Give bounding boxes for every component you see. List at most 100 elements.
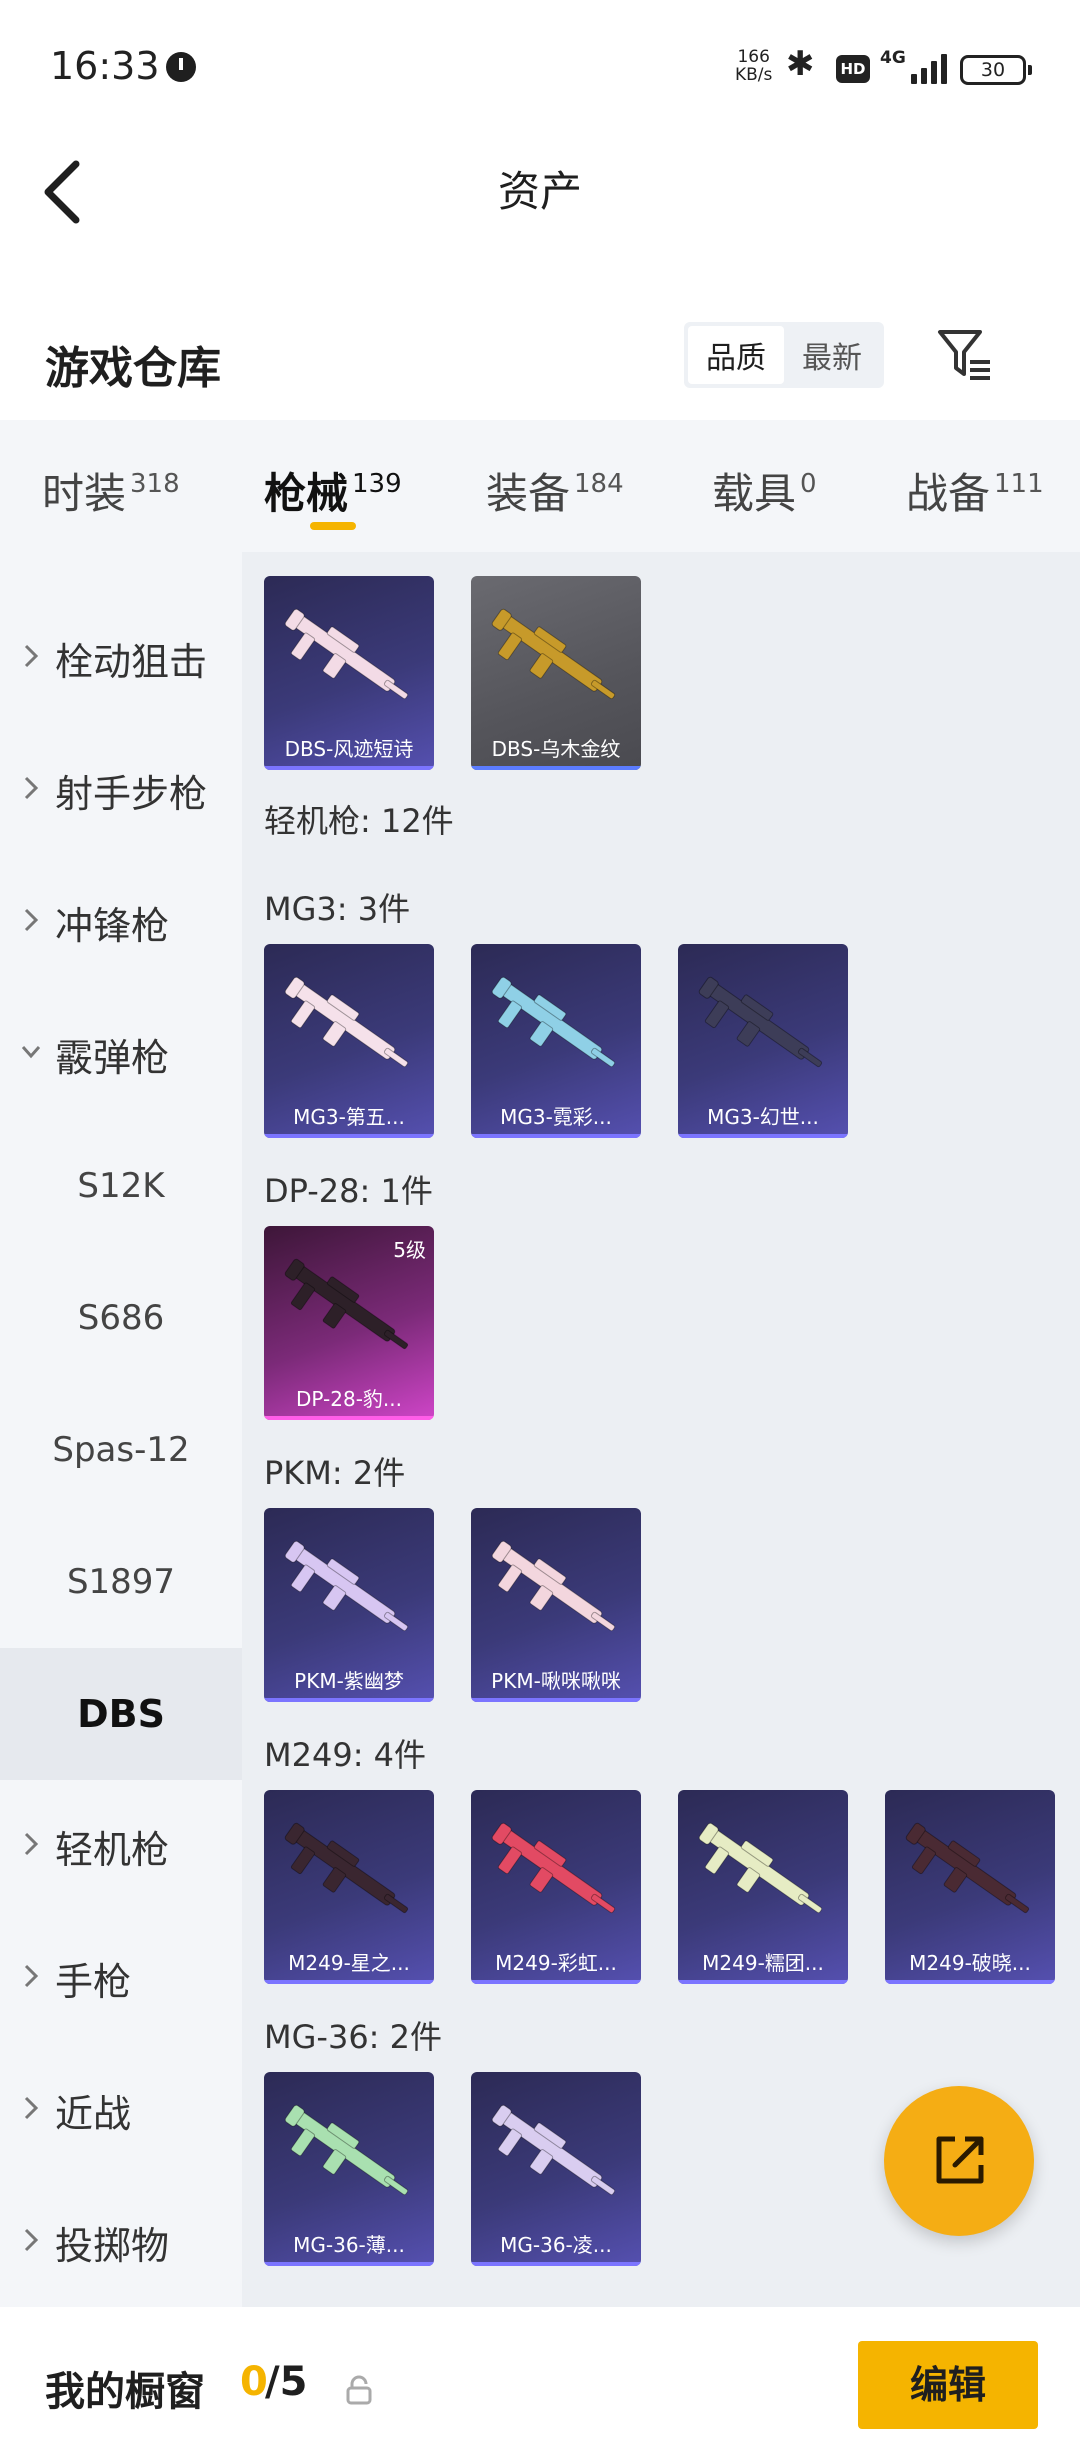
tab-count: 318 xyxy=(130,469,180,499)
sidebar-sub-s686[interactable]: S686 xyxy=(0,1252,242,1384)
skin-name: DBS-乌木金纹 xyxy=(491,737,621,761)
skin-name: M249-彩虹... xyxy=(495,1951,617,1975)
sidebar-item-label: 霰弹枪 xyxy=(55,1035,170,1080)
sidebar-item-smg[interactable]: 冲锋枪 xyxy=(0,856,242,988)
skin-card[interactable]: PKM-啾咪啾咪 xyxy=(471,1508,641,1702)
skin-card[interactable]: MG-36-凌... xyxy=(471,2072,641,2266)
sidebar-item-label: 射手步枪 xyxy=(55,771,208,816)
chevron-right-icon xyxy=(24,644,39,668)
skin-card[interactable]: DBS-风迹短诗 xyxy=(264,576,434,770)
rarity-bar xyxy=(264,1698,434,1702)
weapon-icon xyxy=(905,1822,1030,1914)
tab-label: 载具 xyxy=(712,469,797,518)
tab-equipment[interactable]: 装备 184 xyxy=(486,460,624,521)
share-fab-button[interactable] xyxy=(884,2086,1034,2236)
network-type: 4G xyxy=(880,48,906,68)
skin-name: PKM-啾咪啾咪 xyxy=(491,1669,621,1693)
sort-toggle: 品质 最新 xyxy=(684,322,884,388)
weapon-icon xyxy=(491,1540,616,1632)
tab-vehicles[interactable]: 载具 0 xyxy=(712,460,817,521)
rarity-bar xyxy=(471,1980,641,1984)
group-label: M249: 4件 xyxy=(264,1736,427,1774)
lock-icon xyxy=(346,2375,372,2405)
sidebar-sub-label: S1897 xyxy=(66,1562,176,1602)
group-label: DP-28: 1件 xyxy=(264,1172,433,1210)
skin-card[interactable]: MG3-第五... xyxy=(264,944,434,1138)
skin-card[interactable]: DBS-乌木金纹 xyxy=(471,576,641,770)
sidebar-item-marksman-rifle[interactable]: 射手步枪 xyxy=(0,724,242,856)
network-speed-unit: KB/s xyxy=(735,65,773,85)
chevron-right-icon xyxy=(24,1964,39,1988)
rarity-bar xyxy=(264,1416,434,1420)
chevron-right-icon xyxy=(24,2228,39,2252)
hd-badge: HD xyxy=(836,55,870,83)
skin-card[interactable]: M249-破晓... xyxy=(885,1790,1055,1984)
sidebar-sub-s12k[interactable]: S12K xyxy=(0,1120,242,1252)
skin-name: M249-星之... xyxy=(288,1951,410,1975)
chevron-down-icon xyxy=(22,1046,40,1059)
weapon-icon xyxy=(284,1822,409,1914)
sort-quality-button[interactable]: 品质 xyxy=(688,326,784,384)
sidebar-item-throwable[interactable]: 投掷物 xyxy=(0,2176,242,2308)
rarity-bar xyxy=(264,766,434,770)
skin-name: M249-糯团... xyxy=(702,1951,824,1975)
skin-card[interactable]: MG-36-薄... xyxy=(264,2072,434,2266)
sort-latest-button[interactable]: 最新 xyxy=(784,326,880,384)
skin-name: MG3-霓彩... xyxy=(500,1105,612,1129)
tab-supplies[interactable]: 战备 111 xyxy=(906,460,1044,521)
tab-count: 184 xyxy=(574,469,624,499)
chevron-right-icon xyxy=(24,776,39,800)
battery-icon: 30 xyxy=(960,55,1032,85)
skin-card[interactable]: M249-糯团... xyxy=(678,1790,848,1984)
sidebar-item-pistol[interactable]: 手枪 xyxy=(0,1912,242,2044)
sidebar-sub-spas12[interactable]: Spas-12 xyxy=(0,1384,242,1516)
chevron-right-icon xyxy=(24,908,39,932)
skin-card[interactable]: MG3-幻世... xyxy=(678,944,848,1138)
sidebar-item-bolt-sniper[interactable]: 栓动狙击 xyxy=(0,592,242,724)
skin-name: M249-破晓... xyxy=(909,1951,1031,1975)
app-notification-icon xyxy=(166,52,196,82)
rarity-bar xyxy=(471,1698,641,1702)
skin-card[interactable]: M249-星之... xyxy=(264,1790,434,1984)
chevron-right-icon xyxy=(24,2096,39,2120)
tab-count: 0 xyxy=(800,469,817,499)
showcase-label: 我的橱窗 xyxy=(45,2369,205,2415)
tab-fashion[interactable]: 时装 318 xyxy=(42,460,180,521)
skin-name: DBS-风迹短诗 xyxy=(284,737,414,761)
sidebar-sub-dbs[interactable]: DBS xyxy=(0,1648,242,1780)
category-tabs: 时装 318 枪械 139 装备 184 载具 0 战备 111 xyxy=(0,420,1080,552)
skin-card[interactable]: M249-彩虹... xyxy=(471,1790,641,1984)
skin-card[interactable]: MG3-霓彩... xyxy=(471,944,641,1138)
sidebar-item-shotgun[interactable]: 霰弹枪 xyxy=(0,988,242,1120)
sidebar-sub-label: S686 xyxy=(77,1298,165,1338)
external-link-icon xyxy=(936,2136,984,2184)
network-speed-value: 166 xyxy=(737,47,770,67)
sidebar-item-lmg[interactable]: 轻机枪 xyxy=(0,1780,242,1912)
status-time: 16:33 xyxy=(50,44,160,88)
skin-card[interactable]: 5级 DP-28-豹... xyxy=(264,1226,434,1420)
rarity-bar xyxy=(264,1134,434,1138)
category-total-label: 轻机枪: 12件 xyxy=(264,802,454,840)
sidebar-item-label: 近战 xyxy=(55,2091,132,2136)
weapon-icon xyxy=(284,1258,409,1350)
tab-label: 枪械 xyxy=(264,469,349,518)
rarity-bar xyxy=(885,1980,1055,1984)
rarity-bar xyxy=(678,1980,848,1984)
group-label: PKM: 2件 xyxy=(264,1454,406,1492)
sidebar-sub-s1897[interactable]: S1897 xyxy=(0,1516,242,1648)
sidebar-item-melee[interactable]: 近战 xyxy=(0,2044,242,2176)
tab-guns[interactable]: 枪械 139 xyxy=(264,460,402,521)
filter-icon[interactable] xyxy=(934,324,994,384)
weapon-icon xyxy=(491,608,616,700)
tab-label: 装备 xyxy=(486,469,571,518)
skin-name: MG-36-凌... xyxy=(500,2233,612,2257)
skin-card[interactable]: PKM-紫幽梦 xyxy=(264,1508,434,1702)
showcase-count-current: 0 xyxy=(240,2359,268,2405)
weapon-icon xyxy=(491,1822,616,1914)
weapon-icon xyxy=(284,1540,409,1632)
rarity-bar xyxy=(264,1980,434,1984)
signal-icon xyxy=(905,52,947,84)
tab-label: 时装 xyxy=(42,469,127,518)
weapon-icon xyxy=(698,976,823,1068)
edit-button[interactable]: 编辑 xyxy=(858,2341,1038,2429)
